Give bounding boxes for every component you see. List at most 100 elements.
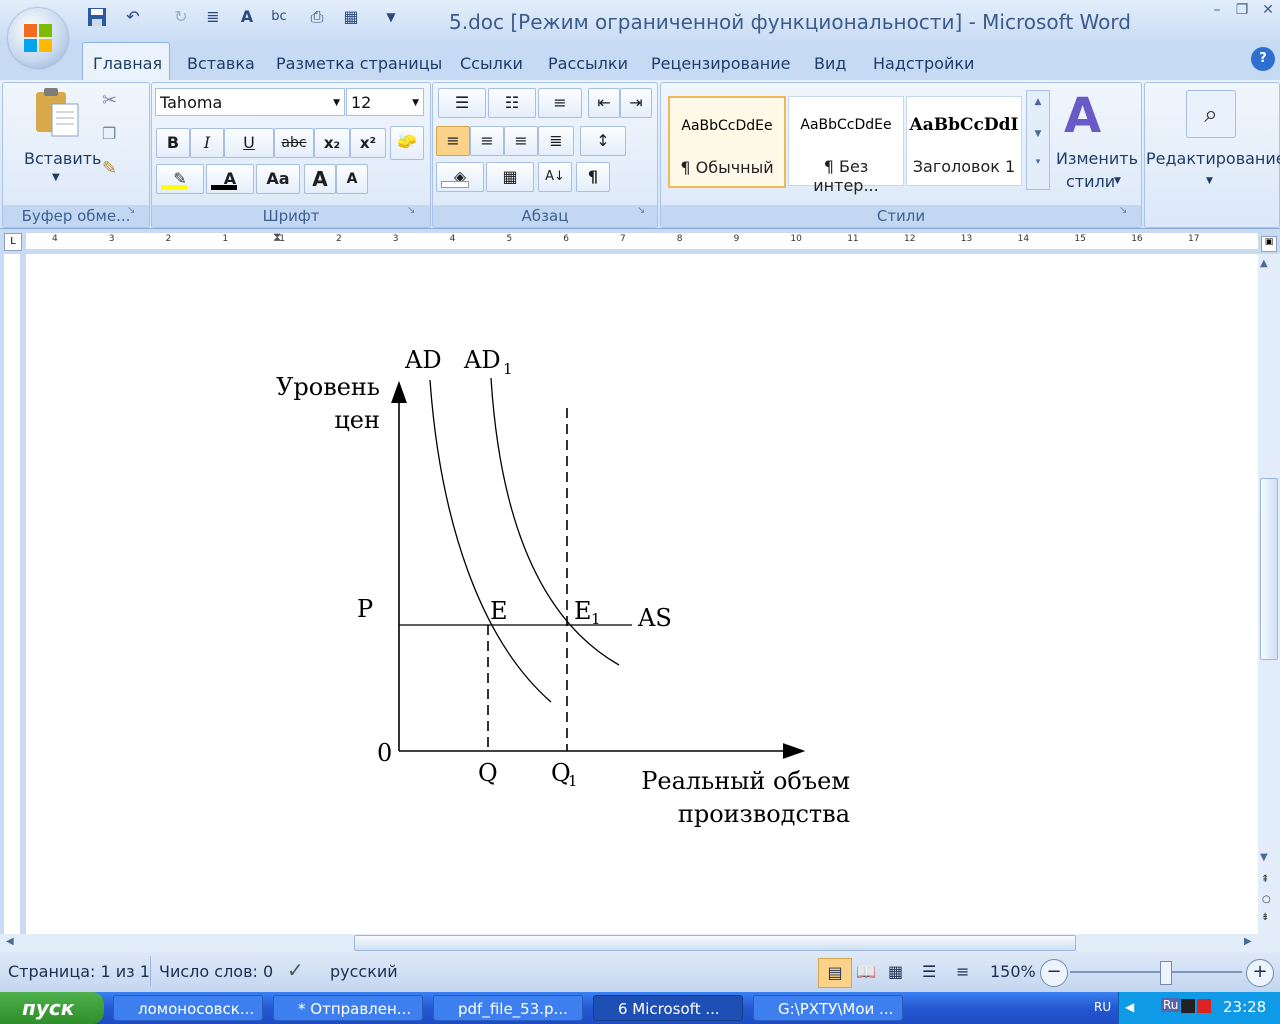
shading-icon[interactable]: ◈	[436, 162, 484, 192]
font-color-icon[interactable]: A	[206, 164, 254, 194]
zoom-level[interactable]: 150%	[990, 962, 1036, 981]
format-painter-icon[interactable]: ✎	[102, 158, 117, 179]
change-styles-label-2[interactable]: стили	[1066, 172, 1115, 191]
minimize-icon[interactable]: –	[1205, 2, 1229, 22]
underline-button[interactable]: U	[224, 128, 274, 158]
tab-page-layout[interactable]: Разметка страницы	[276, 54, 442, 73]
select-browse-icon[interactable]: ○	[1262, 894, 1271, 905]
horizontal-scrollbar[interactable]: ◀ ▶	[0, 934, 1280, 952]
bold-button[interactable]: B	[156, 128, 190, 158]
scroll-right-icon[interactable]: ▶	[1244, 936, 1252, 947]
spelling-icon[interactable]: bc	[268, 6, 290, 28]
tab-home[interactable]: Главная	[93, 54, 162, 73]
tab-view[interactable]: Вид	[814, 54, 846, 73]
hscroll-thumb[interactable]	[354, 935, 1076, 951]
tab-mailings[interactable]: Рассылки	[548, 54, 628, 73]
binoculars-icon[interactable]: ⌕	[1186, 90, 1236, 138]
font-icon[interactable]: A	[236, 6, 258, 28]
editing-label[interactable]: Редактирование	[1146, 149, 1280, 168]
web-layout-icon[interactable]: ▦	[888, 962, 903, 981]
document-page[interactable]: AD AD 1 Уровень цен P E E 1 AS 0 Q Q 1 Р…	[26, 254, 1258, 934]
clear-formatting-icon[interactable]: 🧽	[390, 126, 424, 160]
tab-selector-icon[interactable]: L	[4, 233, 22, 251]
tab-insert[interactable]: Вставка	[187, 54, 255, 73]
full-screen-reading-icon[interactable]: 📖	[856, 962, 876, 981]
borders-icon[interactable]: ▦	[486, 162, 534, 192]
close-icon[interactable]: ✕	[1256, 2, 1280, 22]
multilevel-list-icon[interactable]: ≡	[538, 88, 582, 118]
bullets-icon[interactable]: ☰	[438, 88, 486, 118]
copy-icon[interactable]: ❐	[102, 124, 116, 143]
increase-indent-icon[interactable]: ⇥	[620, 88, 652, 118]
change-case-button[interactable]: Aa	[256, 164, 300, 194]
sort-icon[interactable]: A↓	[538, 162, 572, 192]
clipboard-launcher-icon[interactable]: ↘	[127, 205, 135, 216]
scroll-up-icon[interactable]: ▲	[1260, 258, 1268, 269]
start-button[interactable]: пуск	[0, 992, 104, 1024]
undo-icon[interactable]: ↶	[122, 6, 144, 28]
taskbar-item[interactable]: * Отправлен...	[273, 995, 423, 1021]
zoom-slider-track[interactable]	[1070, 971, 1242, 973]
help-icon[interactable]: ?	[1251, 47, 1275, 71]
scroll-thumb[interactable]	[1260, 478, 1278, 660]
strikethrough-button[interactable]: abc	[274, 128, 314, 158]
prev-page-icon[interactable]: ⇞	[1261, 874, 1269, 885]
taskbar-item[interactable]: ломоносовск...	[113, 995, 263, 1021]
tray-arrow-icon[interactable]: ◀	[1125, 1000, 1134, 1014]
input-lang[interactable]: RU	[1094, 1000, 1111, 1014]
decrease-indent-icon[interactable]: ⇤	[588, 88, 620, 118]
italic-button[interactable]: I	[190, 128, 224, 158]
font-size-combo[interactable]: 12 ▼	[346, 88, 424, 116]
change-styles-icon[interactable]: A	[1064, 88, 1101, 144]
line-spacing-icon[interactable]: ↕	[580, 126, 626, 156]
highlight-color-icon[interactable]: ✎	[156, 164, 204, 194]
office-button[interactable]	[8, 8, 68, 68]
zoom-out-icon[interactable]: −	[1040, 959, 1068, 987]
print-layout-icon[interactable]: ▤	[818, 958, 852, 988]
word-count-status[interactable]: Число слов: 0	[159, 962, 273, 981]
proofing-icon[interactable]: ✓	[287, 958, 304, 982]
page-status[interactable]: Страница: 1 из 1	[8, 962, 150, 981]
save-icon[interactable]	[86, 6, 108, 28]
tab-references[interactable]: Ссылки	[460, 54, 523, 73]
font-name-combo[interactable]: Tahoma ▼	[155, 88, 345, 116]
zoom-in-icon[interactable]: +	[1246, 959, 1274, 987]
justify-icon[interactable]: ≣	[538, 126, 574, 156]
restore-icon[interactable]: ❐	[1230, 2, 1254, 22]
cut-icon[interactable]: ✂	[102, 90, 117, 111]
vertical-ruler[interactable]	[0, 254, 26, 934]
font-launcher-icon[interactable]: ↘	[407, 205, 415, 216]
paragraph-format-icon[interactable]: ≣	[202, 6, 224, 28]
next-page-icon[interactable]: ⇟	[1261, 912, 1269, 923]
style-no-spacing[interactable]: AaBbCcDdEe ¶ Без интер...	[788, 96, 904, 195]
vertical-scrollbar[interactable]: ▲ ▼ ⇞ ○ ⇟	[1258, 254, 1280, 934]
tray-antivirus-icon[interactable]	[1197, 999, 1211, 1013]
align-left-icon[interactable]: ≡	[436, 126, 470, 156]
numbering-icon[interactable]: ☷	[488, 88, 536, 118]
tab-review[interactable]: Рецензирование	[651, 54, 790, 73]
paste-icon[interactable]	[32, 86, 84, 140]
draft-icon[interactable]: ≡	[956, 962, 969, 981]
tab-addins[interactable]: Надстройки	[873, 54, 974, 73]
styles-launcher-icon[interactable]: ↘	[1119, 205, 1127, 216]
taskbar-item[interactable]: G:\РХТУ\Мои ...	[753, 995, 903, 1021]
zoom-slider-thumb[interactable]	[1160, 961, 1172, 985]
grow-font-button[interactable]: A	[304, 164, 336, 194]
styles-scroll[interactable]: ▲ ▼ ▾	[1026, 90, 1050, 190]
outline-icon[interactable]: ☰	[922, 962, 936, 981]
paste-dropdown-icon[interactable]: ▼	[52, 172, 60, 183]
scroll-down-icon[interactable]: ▼	[1260, 852, 1268, 863]
subscript-button[interactable]: x₂	[314, 128, 350, 158]
tray-app-icon[interactable]	[1181, 999, 1195, 1013]
taskbar-item[interactable]: pdf_file_53.p...	[433, 995, 583, 1021]
paragraph-launcher-icon[interactable]: ↘	[637, 205, 645, 216]
align-right-icon[interactable]: ≡	[504, 126, 538, 156]
language-status[interactable]: русский	[330, 962, 398, 981]
style-normal[interactable]: AaBbCcDdEe ¶ Обычный	[668, 96, 786, 188]
shrink-font-button[interactable]: A	[336, 164, 368, 194]
scroll-left-icon[interactable]: ◀	[6, 936, 14, 947]
print-icon[interactable]: ⎙	[306, 6, 328, 28]
paste-label[interactable]: Вставить	[24, 149, 101, 168]
align-center-icon[interactable]: ≡	[470, 126, 504, 156]
taskbar-item-active[interactable]: 6 Microsoft ...	[593, 995, 743, 1021]
